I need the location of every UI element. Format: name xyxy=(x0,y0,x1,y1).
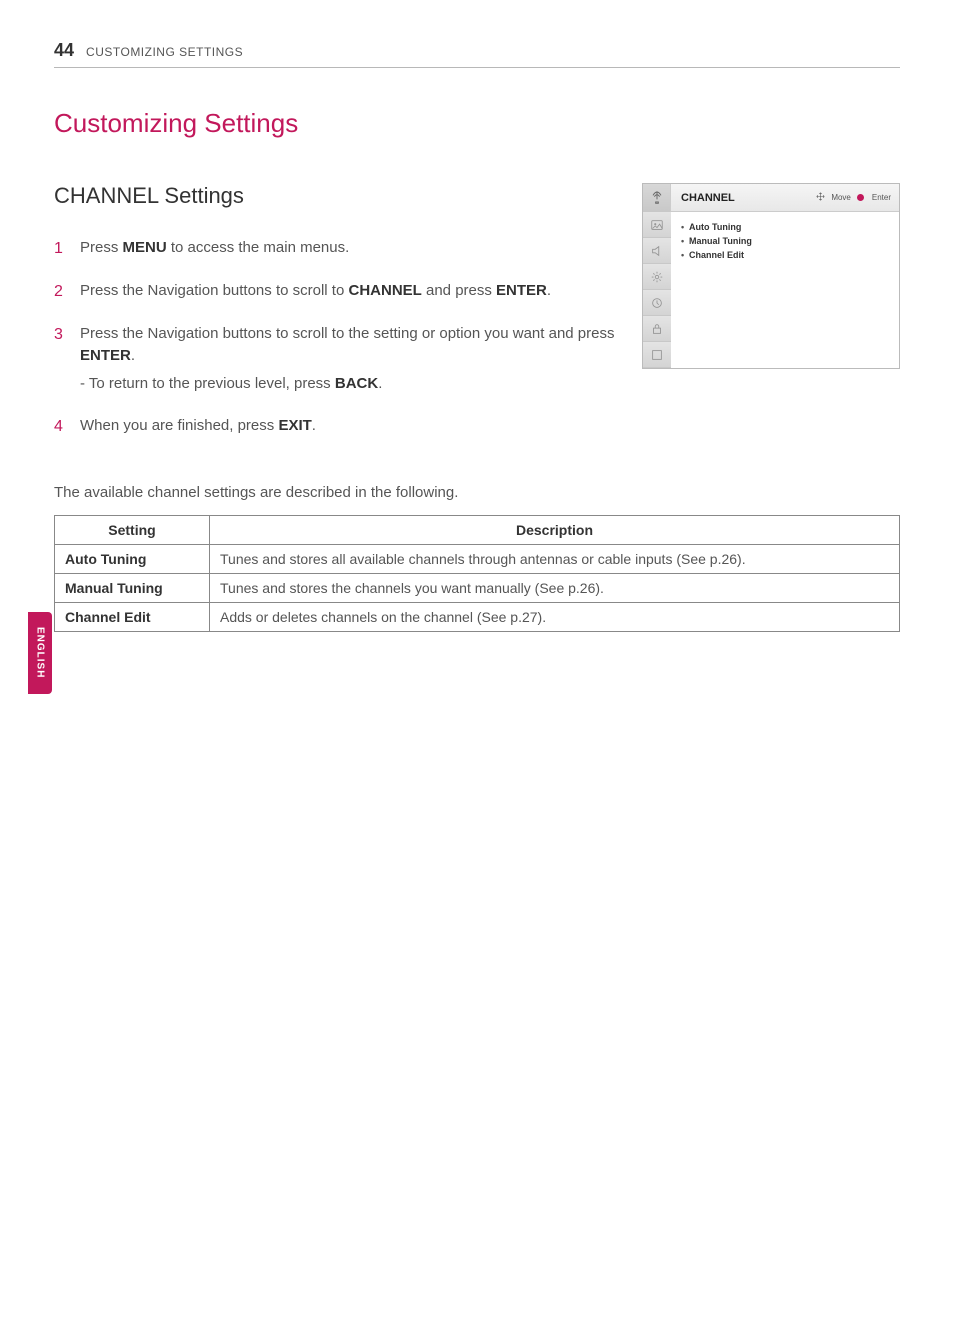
page-title: Customizing Settings xyxy=(54,108,900,139)
step-3: 3 Press the Navigation buttons to scroll… xyxy=(54,323,624,394)
step-text: Press the Navigation buttons to scroll t… xyxy=(80,280,624,303)
language-tab[interactable]: ENGLISH xyxy=(28,612,52,694)
step-1: 1 Press MENU to access the main menus. xyxy=(54,237,624,260)
setting-name: Manual Tuning xyxy=(55,573,210,602)
setting-name: Channel Edit xyxy=(55,602,210,631)
steps-list: 1 Press MENU to access the main menus. 2… xyxy=(54,237,624,438)
time-tab-icon[interactable] xyxy=(643,290,671,316)
page-number: 44 xyxy=(54,40,74,61)
osd-header: CHANNEL Move Enter xyxy=(643,184,899,212)
osd-title: CHANNEL xyxy=(671,192,816,204)
setting-desc: Tunes and stores all available channels … xyxy=(210,544,900,573)
option-tab-icon[interactable] xyxy=(643,342,671,368)
setting-desc: Adds or deletes channels on the channel … xyxy=(210,602,900,631)
osd-screenshot: CHANNEL Move Enter xyxy=(642,183,900,369)
audio-tab-icon[interactable] xyxy=(643,238,671,264)
section-title: CHANNEL Settings xyxy=(54,183,624,209)
antenna-icon xyxy=(643,184,671,212)
step-number: 3 xyxy=(54,323,68,394)
step-subtext: - To return to the previous level, press… xyxy=(80,373,624,395)
osd-item-auto-tuning[interactable]: Auto Tuning xyxy=(681,220,889,234)
page-header: 44 CUSTOMIZING SETTINGS xyxy=(54,40,900,68)
move-icon xyxy=(816,192,825,203)
table-row: Auto Tuning Tunes and stores all availab… xyxy=(55,544,900,573)
step-4: 4 When you are finished, press EXIT. xyxy=(54,415,624,438)
step-text: Press the Navigation buttons to scroll t… xyxy=(80,323,624,394)
step-text: Press MENU to access the main menus. xyxy=(80,237,624,260)
table-header-row: Setting Description xyxy=(55,515,900,544)
settings-tab-icon[interactable] xyxy=(643,264,671,290)
setting-desc: Tunes and stores the channels you want m… xyxy=(210,573,900,602)
osd-sidebar xyxy=(643,212,671,368)
hint-move-label: Move xyxy=(831,193,851,202)
step-number: 4 xyxy=(54,415,68,438)
language-label: ENGLISH xyxy=(35,627,46,678)
table-row: Manual Tuning Tunes and stores the chann… xyxy=(55,573,900,602)
table-row: Channel Edit Adds or deletes channels on… xyxy=(55,602,900,631)
table-intro: The available channel settings are descr… xyxy=(54,484,900,501)
enter-icon xyxy=(857,193,866,202)
page-header-label: CUSTOMIZING SETTINGS xyxy=(86,45,243,59)
osd-hints: Move Enter xyxy=(816,192,899,203)
osd-item-channel-edit[interactable]: Channel Edit xyxy=(681,248,889,262)
hint-enter-label: Enter xyxy=(872,193,891,202)
osd-content: Auto Tuning Manual Tuning Channel Edit xyxy=(671,212,899,368)
col-setting: Setting xyxy=(55,515,210,544)
setting-name: Auto Tuning xyxy=(55,544,210,573)
col-description: Description xyxy=(210,515,900,544)
step-2: 2 Press the Navigation buttons to scroll… xyxy=(54,280,624,303)
step-text: When you are finished, press EXIT. xyxy=(80,415,624,438)
step-number: 1 xyxy=(54,237,68,260)
osd-item-manual-tuning[interactable]: Manual Tuning xyxy=(681,234,889,248)
settings-table: Setting Description Auto Tuning Tunes an… xyxy=(54,515,900,632)
lock-tab-icon[interactable] xyxy=(643,316,671,342)
picture-tab-icon[interactable] xyxy=(643,212,671,238)
step-number: 2 xyxy=(54,280,68,303)
